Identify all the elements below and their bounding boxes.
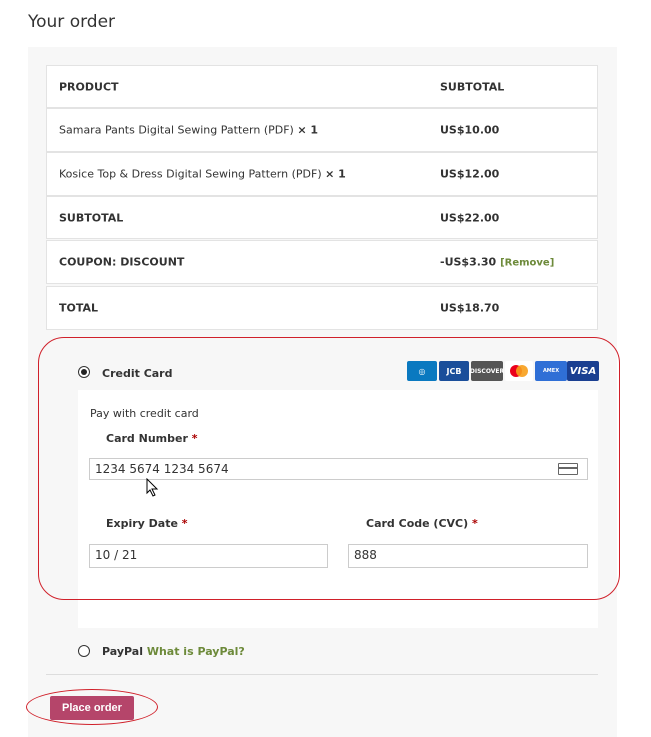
header-subtotal: SUBTOTAL [440,80,505,93]
total-row: TOTAL US$18.70 [46,286,598,330]
what-is-paypal-link[interactable]: What is PayPal? [147,645,245,658]
product-name: Kosice Top & Dress Digital Sewing Patter… [59,167,346,181]
price: US$12.00 [440,167,500,181]
coupon-value: -US$3.30 [Remove] [440,255,555,269]
table-header: PRODUCT SUBTOTAL [46,65,598,108]
visa-icon: VISA [567,361,599,381]
total-label: TOTAL [59,301,99,315]
expiry-label: Expiry Date * [106,517,188,530]
diners-icon: ◎ [407,361,437,381]
payment-description: Pay with credit card [90,407,199,420]
total-value: US$18.70 [440,301,500,315]
cvc-label: Card Code (CVC) * [366,517,478,530]
paypal-radio[interactable] [78,645,90,657]
subtotal-label: SUBTOTAL [59,211,124,224]
header-product: PRODUCT [59,80,119,93]
section-title: Your order [28,12,116,32]
mastercard-icon [505,361,533,381]
product-name: Samara Pants Digital Sewing Pattern (PDF… [59,123,319,137]
coupon-label: COUPON: DISCOUNT [59,255,185,269]
card-number-label: Card Number * [106,432,198,445]
subtotal-value: US$22.00 [440,211,500,224]
table-row: Samara Pants Digital Sewing Pattern (PDF… [46,108,598,152]
coupon-row: COUPON: DISCOUNT -US$3.30 [Remove] [46,240,598,284]
amex-icon: AMEX [535,361,567,381]
credit-card-icon [558,463,578,475]
paypal-label: PayPal What is PayPal? [102,645,245,658]
remove-coupon-link[interactable]: [Remove] [500,258,554,269]
credit-card-label: Credit Card [102,367,173,380]
subtotal-row: SUBTOTAL US$22.00 [46,196,598,239]
divider [46,674,598,675]
table-row: Kosice Top & Dress Digital Sewing Patter… [46,152,598,196]
discover-icon: DISCOVER [470,361,504,381]
credit-card-radio[interactable] [78,366,90,378]
place-order-button[interactable]: Place order [50,696,134,720]
cvc-input[interactable]: 888 [348,544,588,568]
credit-card-form [78,390,598,628]
card-number-input[interactable]: 1234 5674 1234 5674 [89,458,588,480]
mouse-cursor-icon [146,478,159,497]
expiry-input[interactable]: 10 / 21 [89,544,328,568]
price: US$10.00 [440,123,500,137]
jcb-icon: JCB [439,361,469,381]
